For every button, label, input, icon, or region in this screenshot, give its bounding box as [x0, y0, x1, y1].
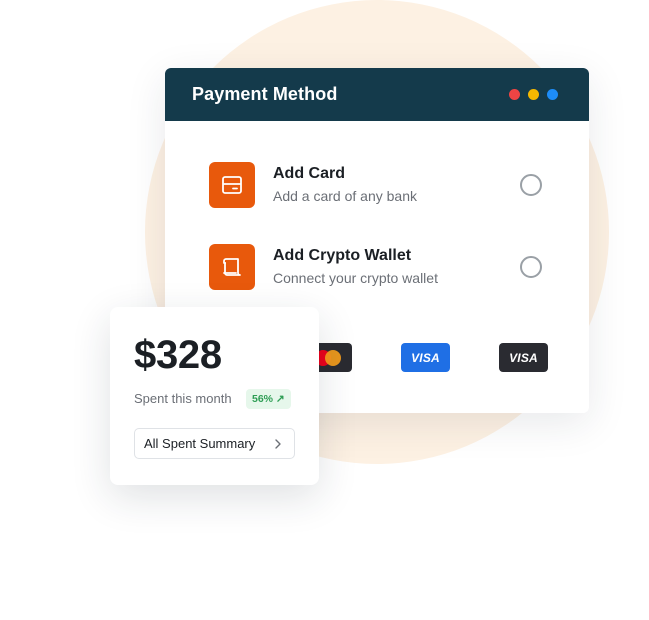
option-add-crypto-wallet[interactable]: Add Crypto Wallet Connect your crypto wa…: [209, 244, 545, 290]
summary-button-label: All Spent Summary: [144, 436, 256, 451]
card-icon: [209, 162, 255, 208]
window-dot-yellow[interactable]: [528, 89, 539, 100]
visa-logo-dark[interactable]: VISA: [499, 343, 548, 372]
change-badge: 56% ↗: [246, 389, 291, 409]
option-title: Add Card: [273, 165, 345, 182]
spent-summary-card: $328 Spent this month 56% ↗ All Spent Su…: [110, 307, 319, 485]
option-text: Add Card Add a card of any bank: [273, 164, 520, 206]
option-subtitle: Connect your crypto wallet: [273, 270, 438, 286]
visa-label: VISA: [509, 350, 538, 365]
window-title: Payment Method: [192, 84, 338, 104]
add-card-radio[interactable]: [520, 174, 542, 196]
window-header: Payment Method: [165, 68, 589, 121]
wallet-icon: [209, 244, 255, 290]
visa-logo-blue[interactable]: VISA: [401, 343, 450, 372]
option-add-card[interactable]: Add Card Add a card of any bank: [209, 162, 545, 208]
spent-label: Spent this month: [134, 391, 232, 406]
option-text: Add Crypto Wallet Connect your crypto wa…: [273, 246, 520, 288]
window-dot-red[interactable]: [509, 89, 520, 100]
stage: Payment Method Add Card Add a card of an…: [0, 0, 649, 620]
visa-label: VISA: [411, 350, 440, 365]
window-controls: [509, 89, 558, 100]
spent-amount: $328: [134, 333, 222, 377]
option-subtitle: Add a card of any bank: [273, 188, 417, 204]
all-spent-summary-button[interactable]: All Spent Summary: [134, 428, 295, 459]
window-dot-blue[interactable]: [547, 89, 558, 100]
option-title: Add Crypto Wallet: [273, 247, 412, 264]
add-crypto-wallet-radio[interactable]: [520, 256, 542, 278]
chevron-right-icon: [274, 438, 282, 449]
